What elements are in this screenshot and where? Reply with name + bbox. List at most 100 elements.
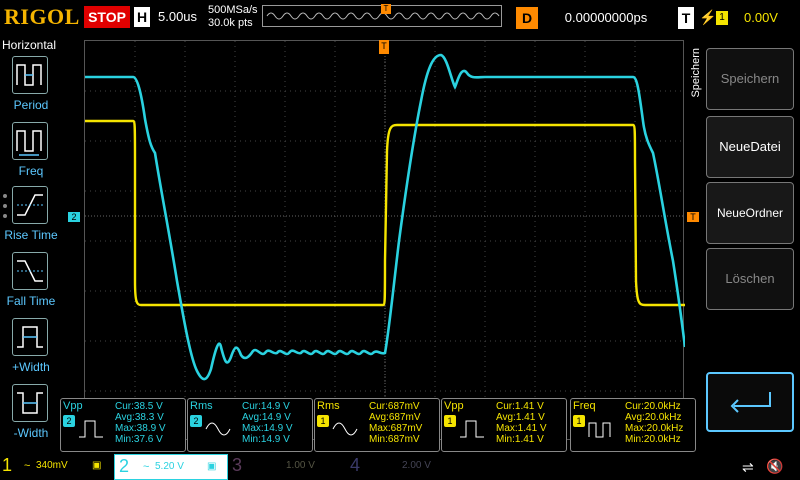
channel-3-status[interactable]: 3 1.00 V bbox=[232, 454, 346, 480]
measurement-box[interactable]: Rms 2 Cur:14.9 V Avg:14.9 V Max:14.9 V M… bbox=[187, 398, 313, 452]
channel-coupling: ~ bbox=[143, 461, 150, 473]
speaker-muted-icon: 🔇 bbox=[766, 458, 784, 474]
channel-scale: 5.20 V bbox=[155, 461, 184, 472]
measurement-min: Min:14.9 V bbox=[242, 434, 290, 445]
channel-1-status[interactable]: 1 ~ 340mV ▣ bbox=[2, 454, 114, 480]
rms-icon bbox=[332, 422, 358, 436]
channel-scale: 340mV bbox=[36, 460, 68, 471]
usb-icon: ⇌ bbox=[742, 459, 754, 475]
rms-icon bbox=[205, 422, 231, 436]
measurement-name: Vpp bbox=[444, 400, 464, 412]
measure-negative-width-button[interactable]: -Width bbox=[0, 384, 62, 446]
channel-number: 1 bbox=[2, 455, 13, 475]
rise-time-label: Rise Time bbox=[4, 228, 58, 242]
measurement-cur: Cur:38.5 V bbox=[115, 401, 163, 412]
enter-arrow-icon bbox=[730, 392, 771, 413]
measurement-channel: 2 bbox=[63, 415, 75, 427]
graticule bbox=[85, 41, 685, 441]
positive-width-icon bbox=[12, 318, 48, 356]
ch2-offset-marker[interactable]: 2 bbox=[68, 212, 80, 222]
channel-2-status[interactable]: 2 ~ 5.20 V ▣ bbox=[114, 454, 228, 480]
trigger-label: T bbox=[678, 7, 694, 29]
vpp-icon bbox=[460, 420, 484, 438]
measurement-menu: Horizontal Period Freq Rise Time Fall Ti… bbox=[0, 36, 60, 454]
measurement-channel: 1 bbox=[317, 415, 329, 427]
measurement-avg: Avg:20.0kHz bbox=[625, 412, 682, 423]
vpp-icon bbox=[79, 420, 103, 438]
memory-depth: 30.0k pts bbox=[208, 17, 253, 29]
measurement-values: Cur:14.9 V Avg:14.9 V Max:14.9 V Min:14.… bbox=[242, 401, 293, 445]
trigger-level-marker[interactable]: T bbox=[687, 212, 699, 222]
measure-freq-button[interactable]: Freq bbox=[0, 122, 62, 184]
bandwidth-icon: ▣ bbox=[92, 460, 102, 471]
measure-period-button[interactable]: Period bbox=[0, 56, 62, 118]
trigger-level[interactable]: 0.00V bbox=[744, 10, 778, 25]
measurement-max: Max:38.9 V bbox=[115, 423, 166, 434]
measurement-name: Freq bbox=[573, 400, 596, 412]
fall-time-icon bbox=[12, 252, 48, 290]
trigger-position-marker: T bbox=[381, 4, 391, 14]
delay-value[interactable]: 0.00000000ps bbox=[546, 7, 666, 29]
measurement-box[interactable]: Rms 1 Cur:687mV Avg:687mV Max:687mV Min:… bbox=[314, 398, 440, 452]
measurement-min: Min:687mV bbox=[369, 434, 420, 445]
measurement-name: Rms bbox=[317, 400, 340, 412]
menu-page-title: Speichern bbox=[690, 48, 702, 98]
period-label: Period bbox=[13, 98, 49, 112]
rise-time-icon bbox=[12, 186, 48, 224]
measurement-cur: Cur:20.0kHz bbox=[625, 401, 681, 412]
save-button[interactable]: Speichern bbox=[706, 48, 794, 110]
bandwidth-icon: ▣ bbox=[207, 461, 217, 472]
measurement-min: Min:1.41 V bbox=[496, 434, 544, 445]
period-icon bbox=[12, 56, 48, 94]
top-status-bar: RIGOL STOP H 5.00us 500MSa/s 30.0k pts T… bbox=[0, 0, 800, 36]
brand-logo: RIGOL bbox=[4, 4, 80, 29]
measurement-values: Cur:1.41 V Avg:1.41 V Max:1.41 V Min:1.4… bbox=[496, 401, 547, 445]
channel-number: 2 bbox=[119, 456, 130, 476]
measurement-cur: Cur:1.41 V bbox=[496, 401, 544, 412]
negative-width-label: -Width bbox=[13, 426, 49, 440]
fall-time-label: Fall Time bbox=[6, 294, 56, 308]
timebase-value[interactable]: 5.00us bbox=[158, 9, 197, 24]
measurement-min: Min:37.6 V bbox=[115, 434, 163, 445]
run-stop-indicator[interactable]: STOP bbox=[84, 6, 130, 28]
measurement-box[interactable]: Vpp 1 Cur:1.41 V Avg:1.41 V Max:1.41 V M… bbox=[441, 398, 567, 452]
negative-width-icon bbox=[12, 384, 48, 422]
measurement-name: Vpp bbox=[63, 400, 83, 412]
positive-width-label: +Width bbox=[12, 360, 50, 374]
measurement-channel: 1 bbox=[573, 415, 585, 427]
measurement-box[interactable]: Vpp 2 Cur:38.5 V Avg:38.3 V Max:38.9 V M… bbox=[60, 398, 186, 452]
measurement-values: Cur:38.5 V Avg:38.3 V Max:38.9 V Min:37.… bbox=[115, 401, 166, 445]
measurement-values: Cur:687mV Avg:687mV Max:687mV Min:687mV bbox=[369, 401, 422, 445]
delete-button[interactable]: Löschen bbox=[706, 248, 794, 310]
measure-fall-time-button[interactable]: Fall Time bbox=[0, 252, 62, 314]
measurement-max: Max:14.9 V bbox=[242, 423, 293, 434]
measurement-name: Rms bbox=[190, 400, 213, 412]
measure-positive-width-button[interactable]: +Width bbox=[0, 318, 62, 380]
measurement-avg: Avg:14.9 V bbox=[242, 412, 291, 423]
freq-icon bbox=[12, 122, 48, 160]
waveform-display[interactable] bbox=[84, 40, 685, 441]
measurement-values: Cur:20.0kHz Avg:20.0kHz Max:20.0kHz Min:… bbox=[625, 401, 683, 445]
channel-number: 4 bbox=[350, 455, 361, 475]
trigger-position-strip: T bbox=[262, 4, 502, 27]
measurement-max: Max:687mV bbox=[369, 423, 423, 434]
measurement-max: Max:1.41 V bbox=[496, 423, 547, 434]
measurement-avg: Avg:687mV bbox=[369, 412, 421, 423]
measurement-channel: 2 bbox=[190, 415, 202, 427]
new-file-button[interactable]: NeueDatei bbox=[706, 116, 794, 178]
sample-rate: 500MSa/s bbox=[208, 4, 258, 16]
measurement-avg: Avg:38.3 V bbox=[115, 412, 164, 423]
trigger-position-top-marker[interactable]: T bbox=[379, 40, 389, 54]
measurement-cur: Cur:14.9 V bbox=[242, 401, 290, 412]
new-folder-button[interactable]: NeueOrdner bbox=[706, 182, 794, 244]
measure-rise-time-button[interactable]: Rise Time bbox=[0, 186, 62, 248]
enter-button[interactable] bbox=[706, 372, 794, 432]
freq-label: Freq bbox=[18, 164, 44, 178]
channel-coupling: ~ bbox=[24, 460, 31, 472]
delay-label: D bbox=[516, 7, 538, 29]
menu-title: Horizontal bbox=[2, 38, 57, 52]
channel-4-status[interactable]: 4 2.00 V bbox=[350, 454, 464, 480]
measurement-box[interactable]: Freq 1 Cur:20.0kHz Avg:20.0kHz Max:20.0k… bbox=[570, 398, 696, 452]
ch1-waveform bbox=[85, 119, 685, 307]
channel-scale: 1.00 V bbox=[286, 460, 315, 471]
